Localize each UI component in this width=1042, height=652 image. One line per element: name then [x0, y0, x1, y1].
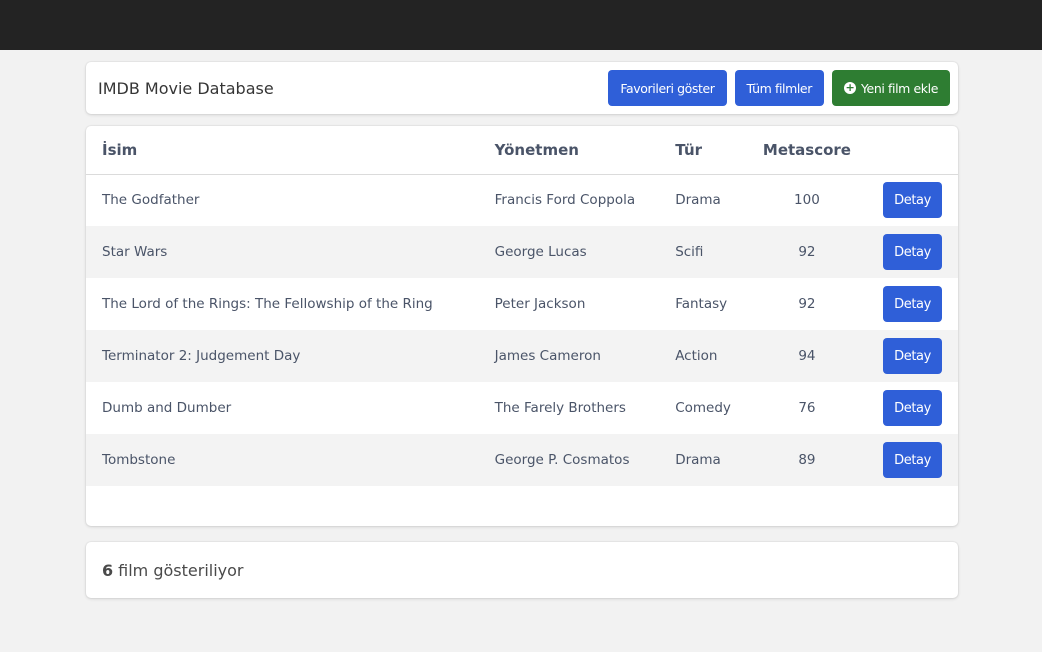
footer-card: 6 film gösteriliyor [86, 542, 958, 598]
header-card: IMDB Movie Database Favorileri göster Tü… [86, 62, 958, 114]
movie-director: The Farely Brothers [494, 400, 626, 416]
detail-button[interactable]: Detay [883, 234, 942, 270]
movie-director: George P. Cosmatos [478, 434, 660, 486]
table-row: Terminator 2: Judgement Day James Camero… [86, 330, 958, 382]
movies-table-card: İsim Yönetmen Tür Metascore The Godfathe… [86, 126, 958, 526]
table-row: The Lord of the Rings: The Fellowship of… [86, 278, 958, 330]
top-navbar [0, 0, 1042, 50]
table-row: The Godfather Francis Ford Coppola Drama… [86, 174, 958, 226]
movie-metascore: 92 [798, 296, 816, 312]
column-header-director: Yönetmen [478, 126, 660, 175]
movie-name: The Godfather [102, 192, 200, 209]
column-header-actions [867, 126, 958, 175]
table-row: Tombstone George P. Cosmatos Drama 89 De… [86, 434, 958, 486]
detail-button[interactable]: Detay [883, 182, 942, 219]
movie-director: Peter Jackson [494, 296, 586, 312]
add-movie-label: Yeni film ekle [860, 80, 938, 96]
add-movie-button[interactable]: + Yeni film ekle [831, 70, 950, 106]
movie-director: Francis Ford Coppola [494, 192, 636, 209]
movie-count: 6 [102, 560, 114, 580]
movie-genre: Comedy [675, 400, 731, 416]
movie-director: George Lucas [478, 226, 660, 278]
plus-circle-icon: + [843, 81, 856, 94]
detail-button[interactable]: Detay [883, 338, 942, 374]
table-row: Dumb and Dumber The Farely Brothers Come… [86, 382, 958, 434]
column-header-metascore: Metascore [746, 126, 867, 175]
movie-metascore: 100 [794, 192, 820, 209]
movie-metascore: 92 [746, 226, 867, 278]
table-row: Star Wars George Lucas Scifi 92 Detay [86, 226, 958, 278]
movies-table: İsim Yönetmen Tür Metascore The Godfathe… [86, 126, 958, 486]
detail-button[interactable]: Detay [883, 286, 942, 322]
detail-button[interactable]: Detay [883, 390, 942, 426]
movie-director: James Cameron [478, 330, 660, 382]
movie-name: Dumb and Dumber [102, 400, 232, 416]
detail-button[interactable]: Detay [883, 442, 942, 478]
movie-name: Terminator 2: Judgement Day [86, 330, 479, 382]
movie-name: Tombstone [86, 434, 479, 486]
app-title: IMDB Movie Database [98, 78, 274, 98]
movie-count-label: film gösteriliyor [118, 560, 244, 580]
column-header-genre: Tür [659, 126, 747, 175]
movie-name: Star Wars [86, 226, 479, 278]
movie-genre: Drama [675, 192, 721, 209]
movie-metascore: 76 [798, 400, 816, 416]
movie-genre: Scifi [659, 226, 747, 278]
movie-metascore: 94 [746, 330, 867, 382]
movie-genre: Drama [659, 434, 747, 486]
all-movies-button[interactable]: Tüm filmler [734, 70, 824, 106]
movie-name: The Lord of the Rings: The Fellowship of… [102, 296, 433, 312]
movie-metascore: 89 [746, 434, 867, 486]
table-header-row: İsim Yönetmen Tür Metascore [86, 126, 958, 175]
movie-genre: Fantasy [675, 296, 728, 312]
column-header-name: İsim [86, 126, 479, 175]
header-button-group: Favorileri göster Tüm filmler + Yeni fil… [608, 70, 950, 106]
show-favorites-button[interactable]: Favorileri göster [608, 70, 727, 106]
movie-genre: Action [659, 330, 747, 382]
